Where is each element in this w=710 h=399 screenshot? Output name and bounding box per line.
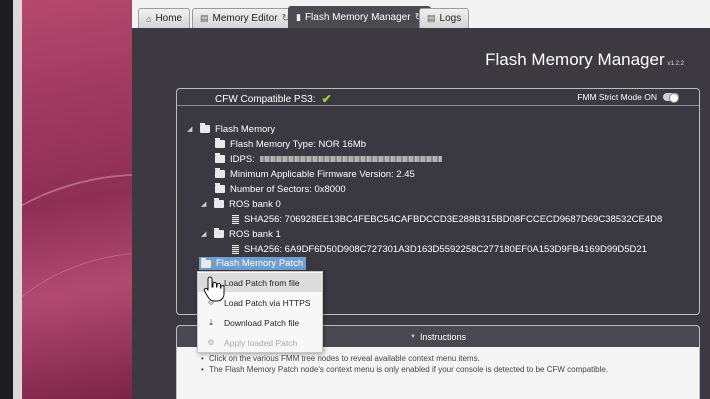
instructions-title: Instructions — [419, 331, 466, 342]
tree-node-ros-bank-0[interactable]: ◢ ROS bank 0 — [201, 198, 281, 210]
list-item: The Flash Memory Patch node's context me… — [201, 364, 699, 375]
logs-icon: ▤ — [427, 13, 436, 23]
divider — [177, 105, 699, 106]
expand-arrow-icon[interactable]: ◢ — [201, 230, 209, 238]
tab-label: Home — [155, 13, 183, 24]
folder-icon — [215, 183, 225, 193]
home-icon: ⌂ — [146, 13, 152, 24]
node-label: Flash Memory Type: NOR 16Mb — [230, 138, 367, 150]
tree-node-flash-memory[interactable]: ◢ Flash Memory — [187, 123, 275, 135]
menu-item-label: Download Patch file — [224, 317, 300, 328]
tree-node-min-firmware[interactable]: Minimum Applicable Firmware Version: 2.4… — [215, 168, 415, 180]
node-label: ROS bank 1 — [229, 228, 281, 240]
menu-item-apply-patch: ⚙ Apply loaded Patch — [198, 333, 322, 352]
tree-node-flash-memory-patch[interactable]: Flash Memory Patch — [199, 257, 307, 270]
node-label: SHA256: 706928EE13BC4FEBC54CAFBDCCD3E288… — [244, 213, 663, 225]
hand-cursor-icon — [203, 276, 225, 302]
apply-icon: ⚙ — [207, 338, 215, 347]
memory-editor-icon: ▤ — [200, 13, 209, 23]
menu-item-label: Apply loaded Patch — [224, 337, 298, 348]
folder-icon — [214, 228, 224, 238]
tree-node-ros0-sha[interactable]: SHA256: 706928EE13BC4FEBC54CAFBDCCD3E288… — [232, 213, 662, 225]
node-label: Minimum Applicable Firmware Version: 2.4… — [230, 168, 415, 180]
node-label: Number of Sectors: 0x8000 — [230, 183, 346, 195]
window-edge — [0, 0, 22, 399]
folder-icon — [214, 198, 224, 208]
download-icon: ⤓ — [209, 317, 213, 327]
tree-node-idps[interactable]: IDPS: — [215, 153, 442, 165]
tab-home[interactable]: ⌂ Home — [138, 8, 191, 28]
tab-label: Logs — [439, 13, 462, 24]
tab-label: Flash Memory Manager — [304, 12, 411, 23]
page-title: Flash Memory Manager v1.2.2 — [485, 50, 684, 70]
flash-icon: ▮ — [296, 12, 301, 22]
folder-icon — [201, 257, 211, 268]
strict-mode-label: FMM Strict Mode ON — [577, 92, 657, 102]
expand-arrow-icon[interactable]: ◢ — [201, 200, 209, 208]
menu-item-download-patch[interactable]: ⤓ Download Patch file — [198, 313, 322, 332]
chevron-down-icon: ▼ — [410, 333, 416, 340]
tab-logs[interactable]: ▤ Logs — [419, 8, 470, 28]
cfw-compat-status: CFW Compatible PS3: ✔ — [215, 92, 332, 106]
folder-icon — [215, 153, 225, 163]
menu-item-label: Load Patch via HTTPS — [224, 297, 311, 308]
file-icon — [232, 244, 239, 254]
tab-flash-memory-manager[interactable]: ▮ Flash Memory Manager ↻ — [288, 6, 431, 28]
tree-node-ros1-sha[interactable]: SHA256: 6A9DF6D50D908C727301A3D163D55922… — [232, 243, 647, 255]
expand-arrow-icon[interactable]: ◢ — [187, 125, 195, 133]
tree-node-sectors[interactable]: Number of Sectors: 0x8000 — [215, 183, 346, 195]
folder-icon — [215, 138, 225, 148]
strict-mode-control: FMM Strict Mode ON — [577, 92, 679, 103]
tree-node-memory-type[interactable]: Flash Memory Type: NOR 16Mb — [215, 138, 366, 150]
compat-label: CFW Compatible PS3: — [215, 93, 316, 105]
desktop-wallpaper — [22, 0, 132, 399]
node-label: ROS bank 0 — [229, 198, 281, 210]
tab-bar: ⌂ Home ▤ Memory Editor ↻ ▮ Flash Memory … — [132, 6, 710, 28]
menu-item-label: Load Patch from file — [224, 277, 300, 288]
node-label: Flash Memory — [215, 123, 276, 135]
node-label: Flash Memory Patch — [216, 258, 304, 269]
list-item: Click on the various FMM tree nodes to r… — [201, 353, 699, 364]
check-icon: ✔ — [321, 92, 332, 106]
tab-memory-editor[interactable]: ▤ Memory Editor ↻ — [192, 8, 298, 28]
title-text: Flash Memory Manager — [485, 50, 665, 69]
tree-node-ros-bank-1[interactable]: ◢ ROS bank 1 — [201, 228, 281, 240]
folder-icon — [215, 168, 225, 178]
node-label: IDPS: — [230, 153, 255, 165]
redacted-idps — [259, 156, 442, 162]
node-label: SHA256: 6A9DF6D50D908C727301A3D163D55922… — [244, 243, 647, 255]
file-icon — [232, 214, 239, 224]
version-label: v1.2.2 — [667, 61, 684, 67]
folder-icon — [200, 123, 210, 133]
tab-label: Memory Editor — [212, 13, 278, 24]
strict-mode-toggle[interactable] — [663, 93, 679, 103]
